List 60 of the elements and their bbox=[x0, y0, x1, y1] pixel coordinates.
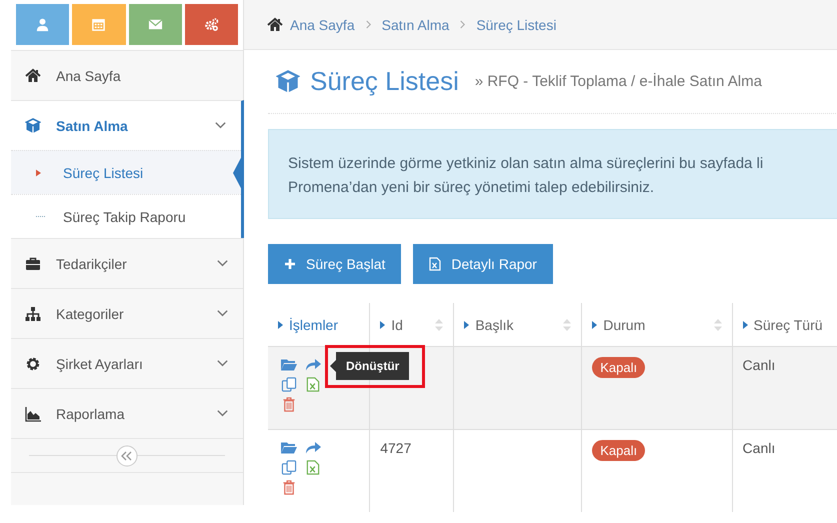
excel-file-icon[interactable] bbox=[305, 377, 321, 392]
folder-icon[interactable] bbox=[281, 357, 297, 372]
page-title: Süreç Listesi bbox=[310, 66, 459, 97]
copy-icon[interactable] bbox=[281, 377, 297, 392]
home-icon bbox=[25, 68, 41, 84]
caret-right-icon bbox=[380, 320, 386, 328]
report-button[interactable]: Detaylı Rapor bbox=[413, 244, 553, 284]
cube-icon bbox=[276, 70, 300, 94]
breadcrumb-link[interactable]: Ana Sayfa bbox=[290, 16, 355, 32]
excel-file-icon bbox=[429, 257, 442, 271]
caret-right-icon bbox=[278, 320, 283, 328]
home-icon bbox=[266, 16, 284, 32]
caret-right-icon bbox=[464, 320, 470, 328]
sidebar-subitem[interactable]: Süreç Listesi bbox=[11, 150, 241, 194]
tooltip-pointer-icon bbox=[330, 360, 336, 372]
area-chart-icon bbox=[25, 406, 41, 422]
start-process-button[interactable]: Süreç Başlat bbox=[268, 244, 402, 284]
caret-right-icon bbox=[592, 320, 598, 328]
gear-icon bbox=[25, 356, 41, 372]
user-icon bbox=[35, 17, 50, 32]
table-cell: Canlı bbox=[732, 346, 837, 430]
share-arrow-icon[interactable] bbox=[305, 357, 321, 372]
copy-icon[interactable] bbox=[281, 460, 297, 475]
sidebar-item[interactable]: Satın Alma bbox=[11, 100, 244, 150]
breadcrumb-link[interactable]: Süreç Listesi bbox=[476, 16, 556, 32]
folder-icon[interactable] bbox=[281, 440, 297, 455]
column-header[interactable]: İşlemler bbox=[268, 303, 370, 346]
cube-icon bbox=[25, 118, 41, 134]
info-message: Sistem üzerinde görme yetkiniz olan satın alma süreçlerini bu sayfada li Promena’dan yeni bir süreç yönetimi talep edebilirsiniz. bbox=[288, 154, 764, 198]
table-row[interactable]: 4727 Kapalı Canlı bbox=[268, 430, 837, 512]
plus-icon bbox=[284, 258, 296, 270]
shortcut-button[interactable] bbox=[128, 4, 182, 45]
sort-icon bbox=[563, 318, 572, 330]
share-arrow-icon[interactable] bbox=[305, 440, 321, 455]
trash-icon[interactable] bbox=[281, 397, 297, 412]
shortcut-button[interactable] bbox=[16, 4, 70, 45]
table-cell: Canlı bbox=[732, 430, 837, 512]
gears-icon bbox=[204, 17, 219, 32]
shortcut-button[interactable] bbox=[72, 4, 126, 45]
table-row[interactable]: Dönüştür Kapalı Canlı bbox=[268, 346, 837, 430]
chevron-right-icon bbox=[364, 20, 372, 29]
sort-icon bbox=[714, 318, 722, 330]
trash-icon[interactable] bbox=[281, 480, 297, 495]
status-badge: Kapalı bbox=[592, 440, 646, 461]
caret-right-icon bbox=[742, 320, 748, 328]
sort-icon bbox=[435, 318, 444, 330]
excel-file-icon[interactable] bbox=[305, 460, 321, 475]
briefcase-icon bbox=[25, 256, 41, 272]
shortcut-button[interactable] bbox=[184, 4, 238, 45]
table-cell: 4727 bbox=[370, 430, 454, 512]
calendar-icon bbox=[91, 17, 106, 32]
status-badge: Kapalı bbox=[592, 357, 646, 378]
tooltip: Dönüştür bbox=[336, 352, 410, 380]
page-subtitle: » RFQ - Teklif Toplama / e-İhale Satın Alma bbox=[474, 73, 762, 90]
breadcrumb-link[interactable]: Satın Alma bbox=[382, 16, 450, 32]
chevron-right-icon bbox=[459, 20, 466, 29]
envelope-icon bbox=[148, 17, 163, 32]
collapse-icon[interactable] bbox=[116, 444, 138, 466]
sitemap-icon bbox=[25, 306, 41, 322]
caret-right-icon bbox=[36, 168, 41, 176]
